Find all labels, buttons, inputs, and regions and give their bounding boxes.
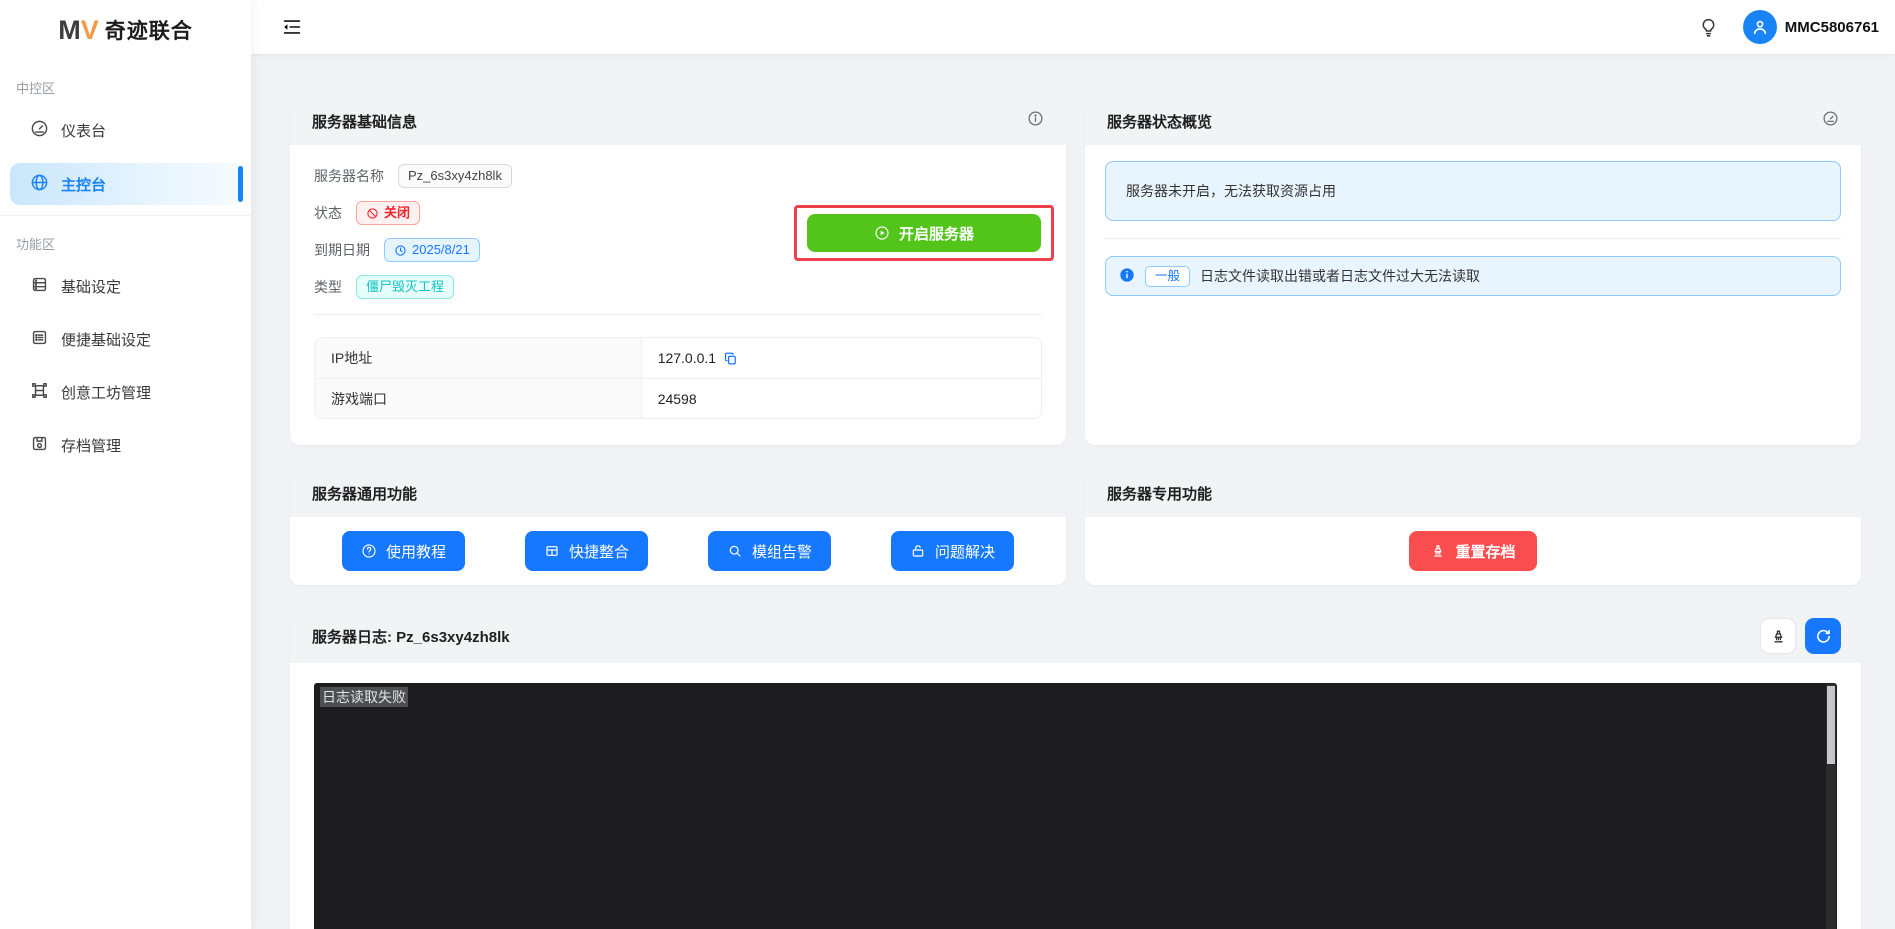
quick-integration-button[interactable]: 快捷整合 [524,531,648,571]
expire-tag: 2025/8/21 [384,238,480,262]
log-line: 日志读取失败 [320,687,408,707]
save-icon [30,434,49,457]
sidebar-item-label: 便捷基础设定 [61,331,152,349]
main-content: 服务器基础信息 服务器名称 Pz_6s3xy4zh8lk 状态 关闭 到期日期 … [251,54,1895,929]
blocks-icon [546,546,558,556]
server-info-card: 服务器基础信息 服务器名称 Pz_6s3xy4zh8lk 状态 关闭 到期日期 … [290,97,1066,445]
sidebar-item-label: 创意工坊管理 [61,384,152,402]
topbar: MMC5806761 [251,0,1895,54]
refresh-log-button[interactable] [1805,618,1841,654]
reset-archive-button[interactable]: 重置存档 [1409,531,1537,571]
sidebar-item-archive[interactable]: 存档管理 [10,425,243,465]
server-log-header: 服务器日志: Pz_6s3xy4zh8lk [290,609,1861,663]
app-logo: M V 奇迹联合 [0,0,251,60]
log-title: 服务器日志: Pz_6s3xy4zh8lk [312,628,510,646]
sidebar-section-control: 中控区 [16,81,56,96]
theme-bulb-icon[interactable] [1698,17,1719,38]
workshop-icon [30,381,49,404]
server-name-label: 服务器名称 [314,168,384,184]
sidebar-item-quick-settings[interactable]: 便捷基础设定 [10,319,243,359]
play-circle-icon [875,226,889,240]
sidebar-divider [0,215,251,216]
special-functions-card: 服务器专用功能 重置存档 [1085,469,1861,585]
logo-mark-v: V [80,14,99,45]
log-terminal: 日志读取失败 [314,683,1837,929]
sidebar-item-console[interactable]: 主控台 [10,163,243,205]
user-icon [1753,20,1767,35]
sidebar-item-label: 主控台 [61,176,107,194]
sidebar-item-label: 仪表台 [61,122,107,140]
menu-fold-icon[interactable] [281,16,303,38]
copy-icon[interactable] [723,351,738,366]
common-functions-card: 服务器通用功能 使用教程 快捷整合 模组告警 问题解决 [290,469,1066,585]
list-settings-icon [30,328,49,351]
server-rack-icon [30,275,49,298]
info-circle-icon[interactable] [1027,110,1044,132]
common-functions-header: 服务器通用功能 [290,469,1066,517]
card-title: 服务器专用功能 [1107,485,1213,503]
server-status-card: 服务器状态概览 服务器未开启，无法获取资源占用 一般 日志文件读取出错或者日志文… [1085,97,1861,445]
unlock-icon [912,545,924,557]
question-circle-icon [362,544,376,558]
log-warning-text: 日志文件读取出错或者日志文件过大无法读取 [1200,268,1481,284]
type-label: 类型 [314,279,342,295]
tutorial-button[interactable]: 使用教程 [341,531,465,571]
logo-name: 奇迹联合 [104,20,193,43]
magnifier-icon [729,545,741,557]
card-title: 服务器通用功能 [312,485,418,503]
severity-tag: 一般 [1145,265,1191,287]
log-warning-alert: 一般 日志文件读取出错或者日志文件过大无法读取 [1105,256,1841,296]
sidebar-item-workshop[interactable]: 创意工坊管理 [10,372,243,412]
connection-table: IP地址 127.0.0.1 游戏端口 24598 [314,337,1042,419]
annotation-highlight: 开启服务器 [794,205,1054,261]
special-functions-header: 服务器专用功能 [1085,469,1861,517]
status-label: 状态 [314,205,342,221]
ip-value: 127.0.0.1 [657,350,717,366]
refresh-icon [1816,629,1830,643]
sidebar-item-dashboard[interactable]: 仪表台 [10,109,243,151]
problem-solve-button[interactable]: 问题解决 [890,531,1014,571]
table-row-ip: IP地址 127.0.0.1 [315,338,1041,378]
port-value: 24598 [657,390,697,407]
clock-icon [395,244,406,256]
server-name-tag: Pz_6s3xy4zh8lk [398,164,512,188]
gauge-icon [1822,110,1839,132]
status-alert: 服务器未开启，无法获取资源占用 [1105,161,1841,221]
logo-mark-m: M [58,14,80,45]
server-info-header: 服务器基础信息 [290,97,1066,145]
card-title: 服务器状态概览 [1107,113,1213,131]
terminal-scrollbar [1826,684,1836,929]
start-server-button[interactable]: 开启服务器 [807,214,1041,252]
server-type-row: 类型 僵尸毁灭工程 [314,274,1042,300]
globe-icon [30,173,49,196]
terminal-scrollbar-thumb[interactable] [1827,686,1835,764]
status-alert-text: 服务器未开启，无法获取资源占用 [1126,183,1336,199]
mod-alert-button[interactable]: 模组告警 [707,531,831,571]
broom-icon [1434,545,1443,557]
status-tag: 关闭 [356,201,421,225]
server-log-card: 服务器日志: Pz_6s3xy4zh8lk 日志读取失败 [290,609,1861,929]
username[interactable]: MMC5806761 [1785,19,1879,36]
sidebar-item-label: 存档管理 [61,437,122,455]
expire-label: 到期日期 [314,242,370,258]
server-status-header: 服务器状态概览 [1085,97,1861,145]
broom-icon [1773,630,1783,642]
card-title: 服务器基础信息 [312,113,418,131]
sidebar: M V 奇迹联合 中控区 仪表台 主控台 功能区 基础设定 便捷基础设定 创意工… [0,0,251,929]
prohibit-icon [367,207,378,219]
info-filled-icon [1119,267,1135,286]
sidebar-section-function: 功能区 [16,237,56,252]
divider [1105,238,1841,239]
clear-log-button[interactable] [1760,618,1796,654]
user-avatar[interactable] [1742,10,1777,44]
gauge-icon [30,119,49,142]
ip-key: IP地址 [315,338,642,378]
table-row-port: 游戏端口 24598 [315,378,1041,418]
sidebar-item-label: 基础设定 [61,278,122,296]
sidebar-item-basic-settings[interactable]: 基础设定 [10,266,243,306]
server-name-row: 服务器名称 Pz_6s3xy4zh8lk [314,163,1042,189]
type-tag: 僵尸毁灭工程 [356,275,455,299]
divider [314,314,1042,315]
port-key: 游戏端口 [315,379,642,418]
